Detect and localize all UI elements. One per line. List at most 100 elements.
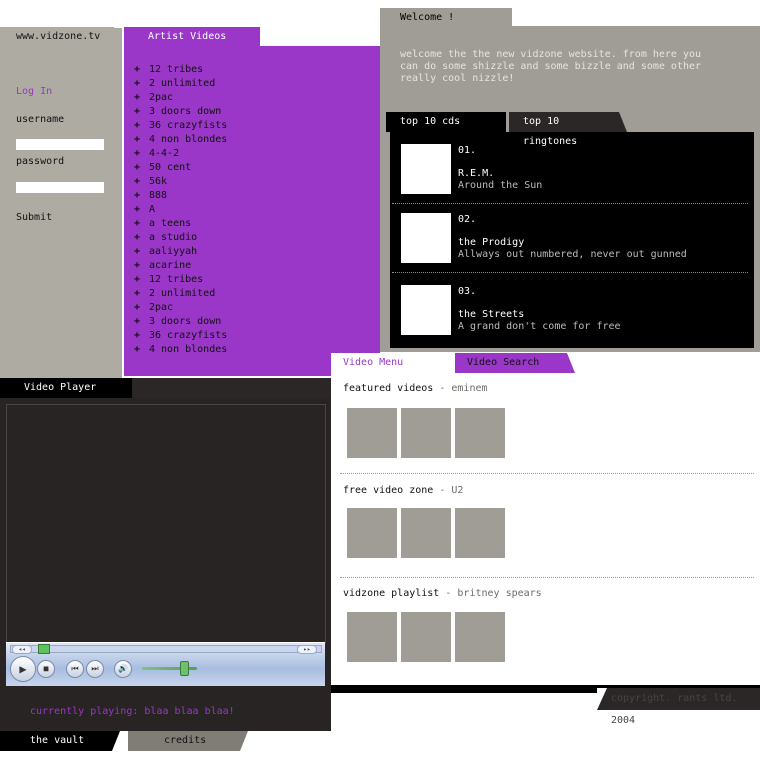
artist-item[interactable]: +4-4-2: [134, 147, 227, 161]
video-thumbnail[interactable]: [347, 408, 397, 458]
artist-name: 3 doors down: [149, 106, 222, 117]
plus-icon: +: [134, 106, 141, 117]
artist-name: 36 crazyfists: [149, 330, 228, 341]
play-icon[interactable]: ▶: [10, 656, 36, 682]
section-heading: vidzone playlist - britney spears: [343, 588, 542, 599]
artist-item[interactable]: +4 non blondes: [134, 343, 227, 357]
video-thumbnail[interactable]: [347, 612, 397, 662]
welcome-text: welcome the the new vidzone website. fro…: [400, 49, 702, 84]
artist-item[interactable]: +2pac: [134, 301, 227, 315]
artist-item[interactable]: +56k: [134, 175, 227, 189]
list-item[interactable]: 02. the Prodigy Allways out numbered, ne…: [392, 201, 750, 273]
artist-item[interactable]: + aaliyyah: [134, 245, 227, 259]
tab-video-menu[interactable]: Video Menu: [331, 353, 463, 373]
tab-corner: [112, 731, 120, 751]
tab-corner: [597, 688, 607, 710]
artist-name: 12 tribes: [149, 64, 204, 75]
plus-icon: +: [134, 316, 141, 327]
artist-item[interactable]: +50 cent: [134, 161, 227, 175]
artist-item[interactable]: +12 tribes: [134, 273, 227, 287]
plus-icon: +: [134, 302, 141, 313]
artist-item[interactable]: +4 non blondes: [134, 133, 227, 147]
divider: [340, 473, 754, 474]
section-heading: featured videos - eminem: [343, 383, 488, 394]
artist-name: 4 non blondes: [149, 134, 228, 145]
plus-icon: +: [134, 344, 141, 355]
video-screen[interactable]: [6, 404, 326, 644]
plus-icon: +: [134, 64, 141, 75]
tab-top10-cds[interactable]: top 10 cds: [386, 112, 506, 132]
list-item[interactable]: 01. R.E.M. Around the Sun: [392, 132, 750, 204]
login-title: Log In: [16, 86, 53, 97]
password-field[interactable]: [16, 182, 104, 193]
plus-icon: +: [134, 92, 141, 103]
artist-item[interactable]: +36 crazyfists: [134, 119, 227, 133]
stop-icon[interactable]: ■: [37, 660, 55, 678]
fast-forward-icon[interactable]: ▸▸: [297, 645, 317, 654]
artist-item[interactable]: +2 unlimited: [134, 77, 227, 91]
video-thumbnail[interactable]: [455, 508, 505, 558]
tab-the-vault[interactable]: the vault: [0, 731, 112, 751]
artist-name: 2pac: [149, 92, 174, 103]
artist-item[interactable]: + A: [134, 203, 227, 217]
video-thumbnail[interactable]: [401, 408, 451, 458]
artist-item[interactable]: + a studio: [134, 231, 227, 245]
list-item[interactable]: 03. the Streets A grand don't come for f…: [392, 273, 750, 341]
tab-video-search[interactable]: Video Search: [455, 353, 567, 373]
cd-rank: 02.: [458, 214, 477, 225]
video-thumbnail[interactable]: [401, 508, 451, 558]
artist-name: 888: [149, 190, 168, 201]
plus-icon: +: [134, 274, 141, 285]
artist-item[interactable]: +12 tribes: [134, 63, 227, 77]
volume-handle[interactable]: [180, 661, 189, 676]
section-title: vidzone playlist: [343, 588, 440, 599]
artist-name: a studio: [149, 232, 198, 243]
artist-item[interactable]: +36 crazyfists: [134, 329, 227, 343]
artist-item[interactable]: + acarine: [134, 259, 227, 273]
tab-corner: [498, 112, 506, 132]
video-thumbnail[interactable]: [401, 612, 451, 662]
artist-name: 12 tribes: [149, 274, 204, 285]
section-heading: free video zone - U2: [343, 485, 463, 496]
seek-handle[interactable]: [38, 644, 50, 654]
cd-title: Around the Sun: [458, 180, 543, 191]
divider: [340, 577, 754, 578]
plus-icon: +: [134, 134, 141, 145]
artist-name: 56k: [149, 176, 168, 187]
tab-corner: [236, 27, 244, 47]
artist-item[interactable]: +2 unlimited: [134, 287, 227, 301]
tab-top10-ringtones[interactable]: top 10 ringtones: [509, 112, 619, 147]
tab-credits[interactable]: credits: [128, 731, 240, 751]
volume-icon[interactable]: 🔊: [114, 660, 132, 678]
cd-artist: the Streets: [458, 309, 525, 320]
site-url[interactable]: www.vidzone.tv: [16, 31, 100, 42]
artist-name: aaliyyah: [149, 246, 198, 257]
cd-artist: the Prodigy: [458, 237, 525, 248]
artist-item[interactable]: +3 doors down: [134, 315, 227, 329]
artist-item[interactable]: + a teens: [134, 217, 227, 231]
next-icon[interactable]: ⏭: [86, 660, 104, 678]
cd-cover: [401, 213, 451, 263]
cd-cover: [401, 285, 451, 335]
plus-icon: +: [134, 162, 141, 173]
password-label: password: [16, 156, 65, 167]
plus-icon: +: [134, 120, 141, 131]
seek-bar[interactable]: [10, 645, 322, 653]
artist-item[interactable]: +2pac: [134, 91, 227, 105]
submit-button[interactable]: Submit: [16, 212, 52, 223]
previous-icon[interactable]: ⏮: [66, 660, 84, 678]
tab-corner: [619, 112, 627, 132]
plus-icon: +: [134, 260, 141, 271]
cd-rank: 03.: [458, 286, 477, 297]
tab-corner: [240, 731, 248, 751]
username-field[interactable]: [16, 139, 104, 150]
artist-name: A: [149, 204, 156, 215]
plus-icon: +: [134, 218, 141, 229]
video-thumbnail[interactable]: [455, 408, 505, 458]
rewind-icon[interactable]: ◂◂: [12, 645, 32, 654]
artist-item[interactable]: +3 doors down: [134, 105, 227, 119]
artist-item[interactable]: +888: [134, 189, 227, 203]
video-thumbnail[interactable]: [347, 508, 397, 558]
username-label: username: [16, 114, 65, 125]
video-thumbnail[interactable]: [455, 612, 505, 662]
